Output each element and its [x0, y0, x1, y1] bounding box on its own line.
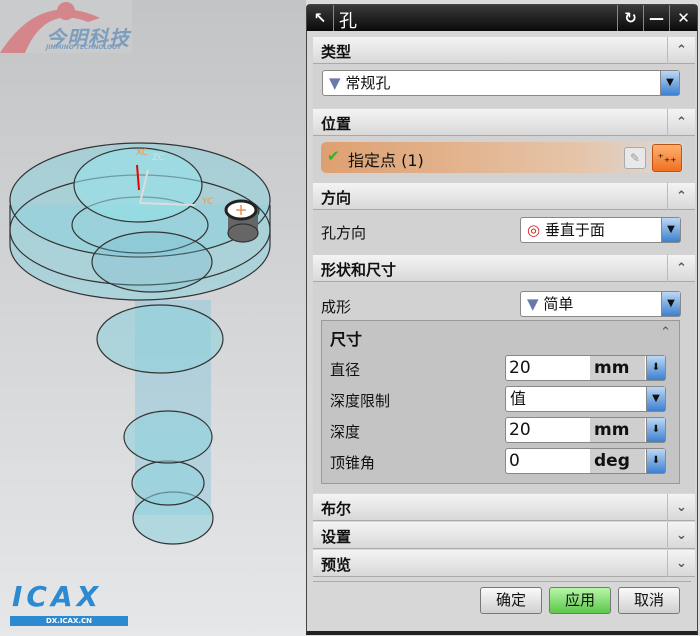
diameter-value: 20	[509, 358, 531, 378]
graphics-viewport[interactable]: XC ZC YC 今明科技 JINMING TECHNOLOGY ICAX DX…	[0, 0, 306, 636]
tip-angle-value: 0	[509, 451, 520, 471]
specify-point-label: 指定点 (1)	[348, 151, 424, 170]
down-arrow-icon[interactable]: ⬇	[646, 418, 665, 442]
logo-url: DX.ICAX.CN	[10, 616, 128, 626]
dropdown-arrow-icon[interactable]: ▼	[646, 387, 665, 411]
dropdown-arrow-icon[interactable]: ▼	[660, 71, 679, 95]
logo-text-en: JINMING TECHNOLOGY	[46, 44, 122, 51]
dimensions-header: 尺寸	[330, 330, 363, 349]
section-settings-header[interactable]: 设置 ⌄	[313, 522, 695, 549]
axis-label-x: XC	[136, 148, 148, 158]
form-value: 简单	[543, 295, 574, 313]
minimize-button[interactable]: —	[643, 5, 669, 31]
down-arrow-icon[interactable]: ⬇	[646, 449, 665, 473]
axis-label-z: ZC	[152, 153, 165, 163]
tip-angle-label: 顶锥角	[330, 454, 376, 472]
chevron-down-icon[interactable]: ⌄	[667, 494, 695, 521]
depth-label: 深度	[330, 423, 361, 441]
title-divider	[333, 5, 335, 31]
section-title: 形状和尺寸	[321, 261, 397, 279]
normal-to-face-icon: ◎	[527, 221, 541, 239]
hole-icon: ▼	[527, 295, 539, 313]
hole-icon: ▼	[329, 74, 341, 92]
divider	[313, 581, 691, 582]
section-position-body: ✔ 指定点 (1) ✎ ⁺₊₊	[313, 136, 695, 183]
dialog-title: 孔	[339, 11, 357, 32]
depth-value: 20	[509, 420, 531, 440]
icax-logo: ICAX DX.ICAX.CN	[8, 580, 128, 630]
section-type-header[interactable]: 类型 ⌃	[313, 37, 695, 64]
logo-brand: ICAX	[12, 580, 103, 613]
apply-button[interactable]: 应用	[549, 587, 611, 614]
tip-angle-field[interactable]: 0 deg ⬇	[505, 448, 666, 474]
section-title: 布尔	[321, 500, 352, 518]
hole-dialog: ↖ 孔 ↻ — ✕ 类型 ⌃ ▼ 常规孔 ▼ 位置 ⌃ ✔ 指定点 (1) ✎ ⁺₊…	[306, 4, 698, 635]
direction-value: 垂直于面	[544, 221, 605, 239]
section-title: 设置	[321, 528, 352, 546]
form-dropdown[interactable]: ▼ 简单 ▼	[520, 291, 681, 317]
check-icon: ✔	[327, 147, 340, 165]
ok-button[interactable]: 确定	[480, 587, 542, 614]
chevron-up-icon[interactable]: ⌃	[667, 183, 695, 210]
cancel-button[interactable]: 取消	[618, 587, 680, 614]
section-title: 预览	[321, 556, 352, 574]
depth-limit-dropdown[interactable]: 值 ▼	[505, 386, 666, 412]
pin-icon[interactable]: ↖	[307, 5, 333, 31]
point-dialog-icon[interactable]: ⁺₊₊	[652, 144, 682, 172]
depth-unit: mm	[590, 418, 645, 442]
diameter-field[interactable]: 20 mm ⬇	[505, 355, 666, 381]
diameter-unit: mm	[590, 356, 645, 380]
chevron-up-icon[interactable]: ⌃	[667, 255, 695, 282]
chevron-up-icon[interactable]: ⌃	[667, 37, 695, 64]
jinming-logo: 今明科技 JINMING TECHNOLOGY	[0, 0, 132, 53]
depth-limit-value: 值	[510, 389, 527, 408]
form-label: 成形	[321, 298, 352, 316]
section-direction-header[interactable]: 方向 ⌃	[313, 183, 695, 210]
section-type-body: ▼ 常规孔 ▼	[313, 64, 695, 108]
reset-button[interactable]: ↻	[617, 5, 643, 31]
axis-label-y: YC	[202, 197, 214, 207]
chevron-up-icon[interactable]: ⌃	[667, 109, 695, 136]
type-value: 常规孔	[345, 74, 391, 92]
dimensions-subpanel: 尺寸 ⌃ 直径 20 mm ⬇ 深度限制 值 ▼ 深度 20 mm ⬇ 顶锥角 …	[321, 320, 680, 484]
specify-point-row[interactable]: ✔ 指定点 (1) ✎ ⁺₊₊	[321, 142, 683, 173]
section-preview-header[interactable]: 预览 ⌄	[313, 550, 695, 577]
dropdown-arrow-icon[interactable]: ▼	[661, 218, 680, 242]
tip-angle-unit: deg	[590, 449, 645, 473]
section-title: 位置	[321, 115, 352, 133]
section-shape-body: 成形 ▼ 简单 ▼ 尺寸 ⌃ 直径 20 mm ⬇ 深度限制 值 ▼ 深度 20…	[313, 282, 695, 493]
section-shape-header[interactable]: 形状和尺寸 ⌃	[313, 255, 695, 282]
depth-field[interactable]: 20 mm ⬇	[505, 417, 666, 443]
section-position-header[interactable]: 位置 ⌃	[313, 109, 695, 136]
title-bar[interactable]: ↖ 孔 ↻ — ✕	[307, 5, 697, 32]
diameter-label: 直径	[330, 361, 361, 379]
section-direction-body: 孔方向 ◎ 垂直于面 ▼	[313, 210, 695, 255]
hole-direction-dropdown[interactable]: ◎ 垂直于面 ▼	[520, 217, 681, 243]
close-button[interactable]: ✕	[669, 5, 697, 31]
hole-direction-label: 孔方向	[321, 224, 367, 242]
chevron-down-icon[interactable]: ⌄	[667, 550, 695, 577]
dropdown-arrow-icon[interactable]: ▼	[661, 292, 680, 316]
section-title: 类型	[321, 43, 352, 61]
section-title: 方向	[321, 189, 352, 207]
chevron-down-icon[interactable]: ⌄	[667, 522, 695, 549]
sketch-icon[interactable]: ✎	[624, 147, 646, 169]
section-boolean-header[interactable]: 布尔 ⌄	[313, 494, 695, 521]
chevron-up-icon[interactable]: ⌃	[660, 325, 671, 340]
cad-model	[9, 142, 271, 545]
down-arrow-icon[interactable]: ⬇	[646, 356, 665, 380]
type-dropdown[interactable]: ▼ 常规孔 ▼	[322, 70, 680, 96]
depth-limit-label: 深度限制	[330, 392, 391, 410]
